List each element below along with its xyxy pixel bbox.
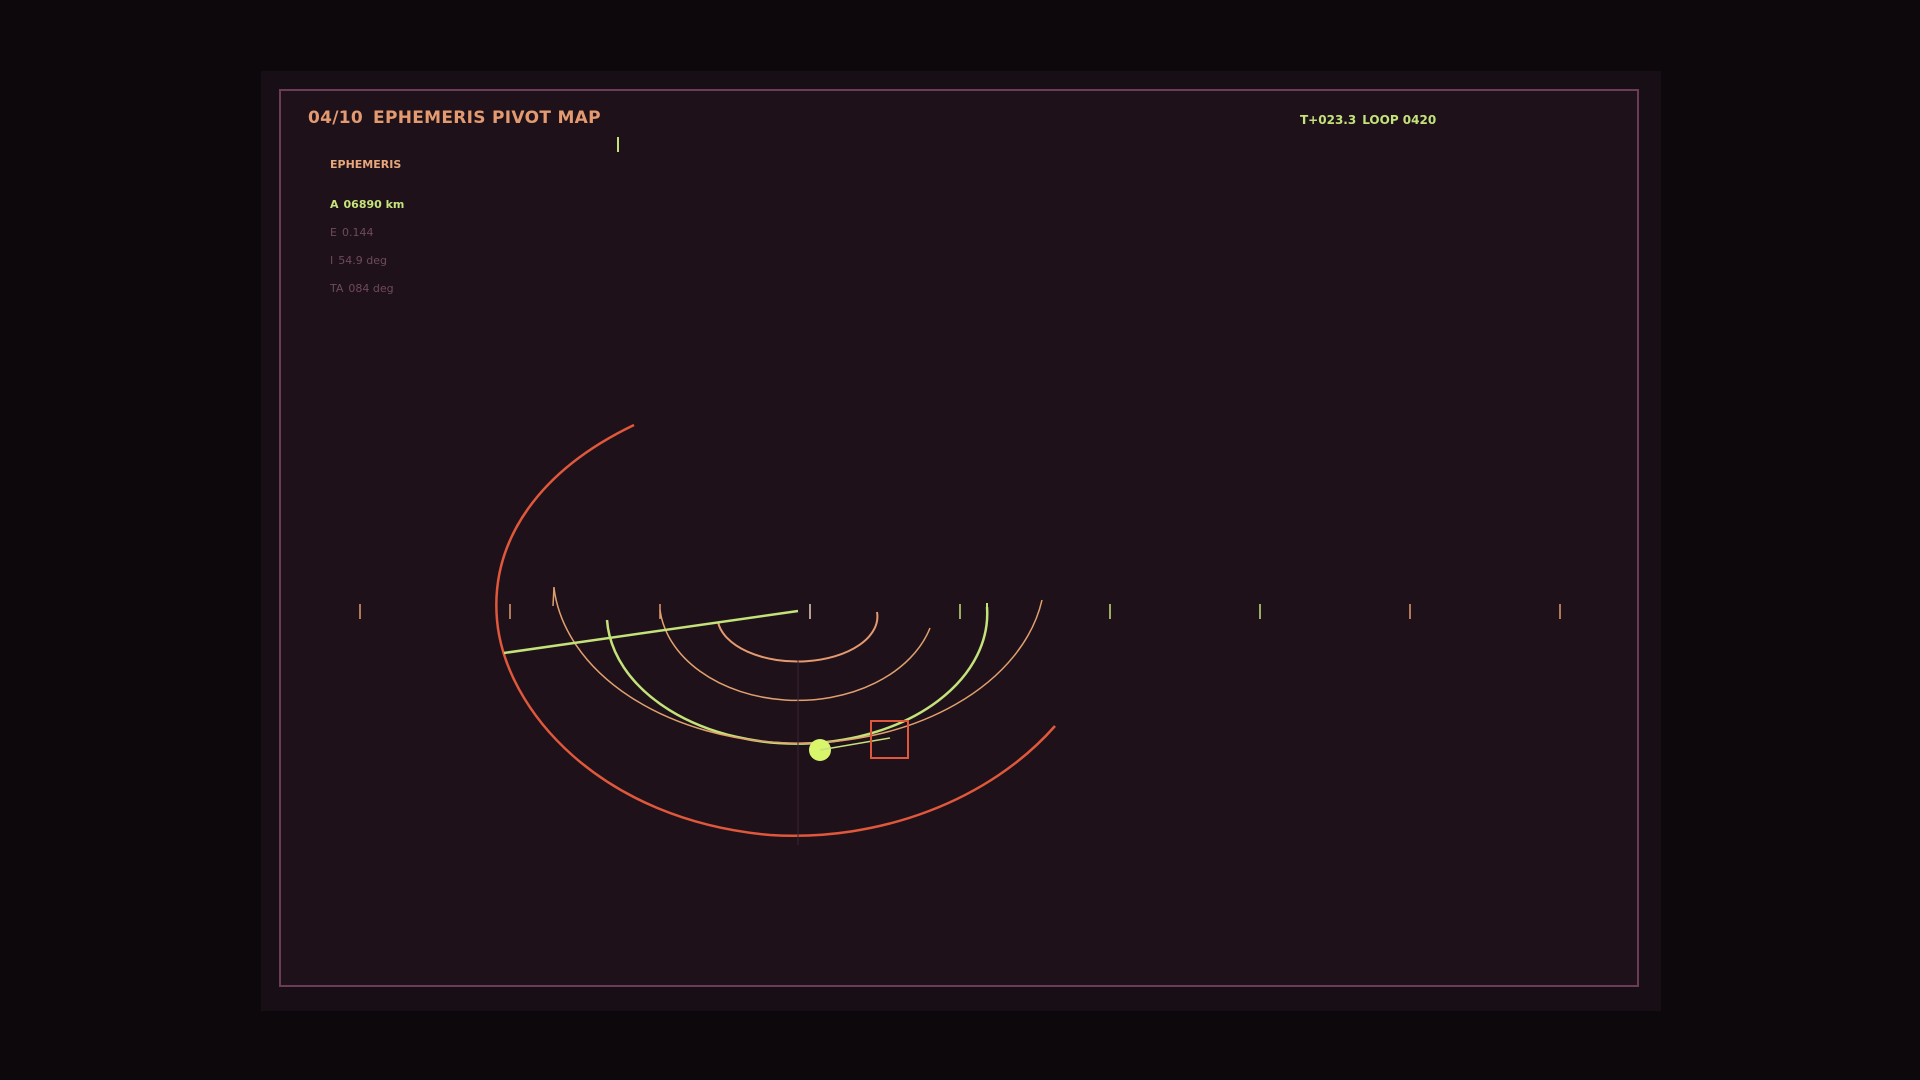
baseline-ticks xyxy=(359,604,1561,619)
satellite-vector xyxy=(819,737,891,751)
node-line xyxy=(503,609,799,655)
orbit-diagram xyxy=(359,137,1561,845)
orbit-arc-outer xyxy=(495,423,1056,837)
apse-tick-left xyxy=(552,586,555,607)
orbit-arc-2 xyxy=(659,609,931,702)
